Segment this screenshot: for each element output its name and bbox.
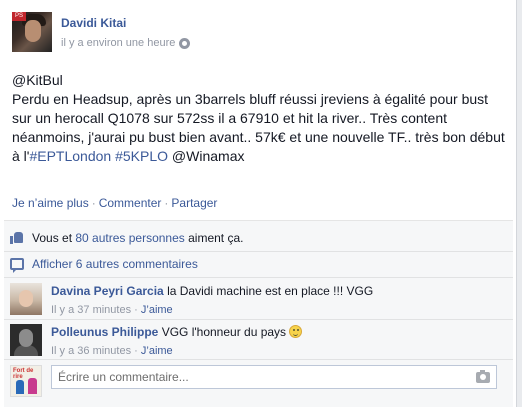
commenter-avatar[interactable] xyxy=(10,283,42,315)
comment-input[interactable] xyxy=(58,370,476,384)
avatar-face xyxy=(19,290,33,307)
divider xyxy=(4,319,513,320)
avatar-figure xyxy=(16,380,24,394)
comment-body: Davina Peyri Garcia la Davidi machine es… xyxy=(51,283,373,318)
divider xyxy=(4,359,513,360)
likes-others-link[interactable]: 80 autres personnes xyxy=(75,231,184,245)
camera-icon[interactable] xyxy=(476,369,490,383)
feedback-section: Vous et 80 autres personnes aiment ça. A… xyxy=(4,220,513,407)
comment-button[interactable]: Commenter xyxy=(99,196,162,210)
commenter-name[interactable]: Davina Peyri Garcia xyxy=(51,284,164,298)
commenter-name[interactable]: Polleunus Philippe xyxy=(51,325,158,339)
comment-body: Polleunus Philippe VGG l'honneur du pays… xyxy=(51,324,303,359)
smiley-icon xyxy=(289,325,303,338)
comment-input-box[interactable] xyxy=(51,365,497,389)
post-mention: @KitBul xyxy=(12,72,63,88)
comment-item: Polleunus Philippe VGG l'honneur du pays… xyxy=(10,324,303,359)
globe-icon[interactable] xyxy=(179,37,191,49)
author-avatar[interactable]: PS xyxy=(12,12,52,52)
avatar-caption: Fort de rire xyxy=(13,368,34,380)
commenter-avatar[interactable] xyxy=(10,324,42,356)
likes-suffix: aiment ça. xyxy=(188,231,244,245)
header-text: Davidi Kitai il y a environ une heure xyxy=(61,12,191,56)
timestamp-row: il y a environ une heure xyxy=(61,37,191,49)
likes-summary: Vous et 80 autres personnes aiment ça. xyxy=(10,231,243,245)
comment-meta: Il y a 37 minutes · J’aime xyxy=(51,302,373,318)
comment-line: Polleunus Philippe VGG l'honneur du pays xyxy=(51,324,303,340)
hashtag-eptlondon[interactable]: #EPTLondon xyxy=(29,148,111,164)
comment-like-button[interactable]: J’aime xyxy=(141,304,173,316)
avatar-face xyxy=(25,20,41,42)
post-paragraph: Perdu en Headsup, après un 3barrels bluf… xyxy=(12,90,507,166)
feed-story: PS Davidi Kitai il y a environ une heure… xyxy=(0,0,517,407)
share-button[interactable]: Partager xyxy=(171,196,217,210)
meta-separator: · xyxy=(134,345,138,357)
divider xyxy=(4,277,513,278)
unlike-button[interactable]: Je n’aime plus xyxy=(12,196,89,210)
avatar-figure xyxy=(28,378,37,394)
author-name[interactable]: Davidi Kitai xyxy=(61,16,190,30)
comment-line: Davina Peyri Garcia la Davidi machine es… xyxy=(51,283,373,299)
comment-composer: Fort de rire xyxy=(10,365,497,397)
avatar-tag: PS xyxy=(12,12,26,21)
likes-you-text: Vous et xyxy=(32,231,73,245)
comment-time[interactable]: Il y a 37 minutes xyxy=(51,304,131,316)
story-header: PS Davidi Kitai il y a environ une heure xyxy=(12,12,191,56)
avatar-face xyxy=(19,329,33,347)
timestamp[interactable]: il y a environ une heure xyxy=(61,37,175,49)
comment-time[interactable]: Il y a 36 minutes xyxy=(51,345,131,357)
current-user-avatar[interactable]: Fort de rire xyxy=(10,365,42,397)
more-comments-row[interactable]: Afficher 6 autres commentaires xyxy=(10,257,198,273)
action-separator: · xyxy=(91,196,96,210)
action-separator: · xyxy=(164,196,169,210)
comment-text: VGG l'honneur du pays xyxy=(161,325,287,339)
comment-text: la Davidi machine est en place !!! VGG xyxy=(167,284,374,298)
hashtag-5kplo[interactable]: #5KPLO xyxy=(115,148,168,164)
post-text-end: @Winamax xyxy=(171,148,245,164)
thumbs-up-icon xyxy=(10,231,25,245)
post-body: @KitBul Perdu en Headsup, après un 3barr… xyxy=(12,71,507,166)
comment-like-button[interactable]: J’aime xyxy=(141,345,173,357)
comment-bubble-icon xyxy=(10,258,24,273)
comment-meta: Il y a 36 minutes · J’aime xyxy=(51,343,302,359)
story-actions: Je n’aime plus · Commenter · Partager xyxy=(12,196,217,210)
view-more-comments-link[interactable]: Afficher 6 autres commentaires xyxy=(32,257,198,271)
meta-separator: · xyxy=(134,304,138,316)
divider xyxy=(4,251,513,252)
comment-item: Davina Peyri Garcia la Davidi machine es… xyxy=(10,283,373,318)
